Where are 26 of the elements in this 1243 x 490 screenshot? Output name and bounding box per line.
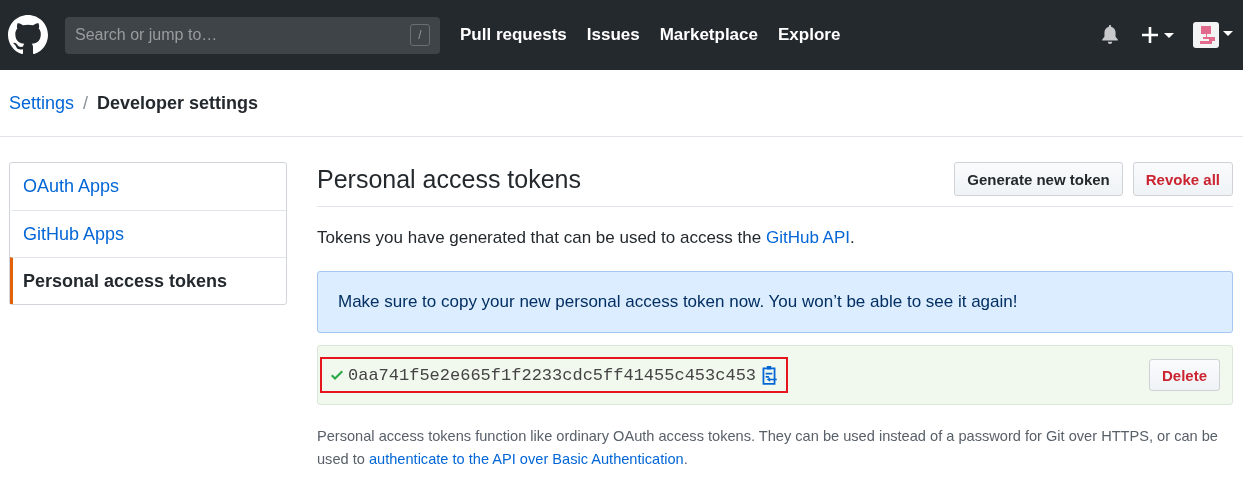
delete-button[interactable]: Delete [1148,359,1220,391]
github-logo-icon[interactable] [8,15,48,55]
auth-link[interactable]: authenticate to the API over Basic Authentication [368,451,684,467]
sidebar-item[interactable]: OAuth Apps [10,163,286,210]
nav-link[interactable]: Explore [778,25,841,45]
nav-link[interactable]: Pull requests [460,25,567,45]
sidebar-item[interactable]: GitHub Apps [10,210,286,257]
clipboard-icon[interactable] [760,365,779,385]
generate-button[interactable]: Generate new token [954,162,1123,196]
shortcut-key: / [410,23,430,46]
nav-link[interactable]: Marketplace [659,25,758,45]
sidebar-item[interactable]: Personal access tokens [10,257,286,304]
api-link[interactable]: GitHub API [765,228,851,247]
nav-link[interactable]: Issues [586,25,640,45]
breadcrumb-current: Developer settings [97,92,259,114]
avatar-dropdown-icon[interactable] [1193,22,1233,48]
note-text: Personal access tokens function like ordinary OAuth access tokens. They can be used instead of a password for Git over HTTPS, or can be used to authenticate to the API over Basic Authentication. [317,427,1219,469]
page-title: Personal access tokens [317,164,582,194]
flash-message: Make sure to copy your new personal access token now. You won’t be able to see it again! [317,271,1233,333]
breadcrumb-separator: / [83,92,89,114]
token-value: 0aa741f5e2e665f1f2233cdc5ff41455c453c453 [348,365,757,385]
intro-text: Tokens you have generated that can be used to access the GitHub API. [317,228,856,248]
breadcrumb-link[interactable]: Settings [9,92,75,114]
revoke-button[interactable]: Revoke all [1132,162,1233,196]
plus-dropdown-icon[interactable] [1141,25,1175,45]
bell-icon[interactable] [1101,25,1119,45]
